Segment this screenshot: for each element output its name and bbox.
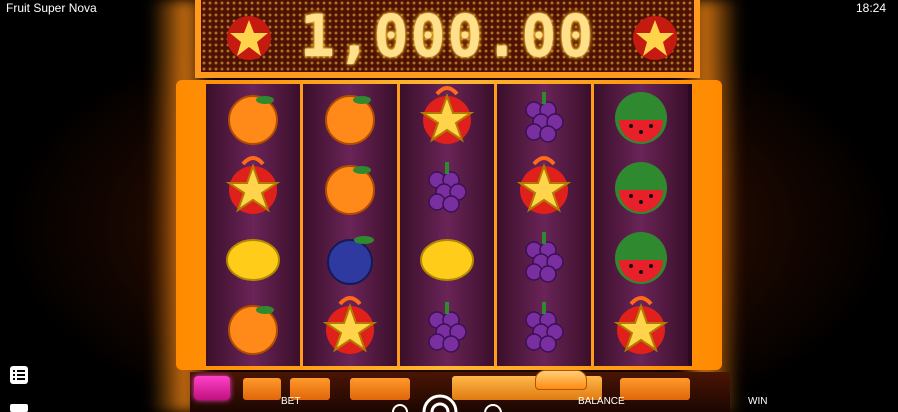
autoplay-button[interactable] — [194, 376, 230, 400]
star-symbol-icon — [322, 296, 378, 354]
settings-icon[interactable] — [10, 404, 28, 412]
star-symbol-icon — [613, 296, 669, 354]
reel-4 — [497, 84, 591, 366]
grapes-symbol-icon — [525, 232, 564, 283]
bet-label: BET — [281, 396, 301, 407]
orange-symbol-icon — [325, 95, 375, 145]
plum-symbol-icon — [327, 236, 374, 285]
orange-symbol-icon — [228, 305, 278, 355]
win-label: WIN — [748, 396, 768, 407]
star-symbol-icon — [225, 156, 281, 214]
menu-list-icon[interactable] — [10, 366, 28, 384]
win-display: 1,000.00 — [195, 0, 700, 78]
grapes-symbol-icon — [428, 162, 467, 213]
watermelon-symbol-icon — [615, 92, 667, 144]
orange-symbol-icon — [325, 165, 375, 215]
status-time: 18:24 — [855, 1, 886, 15]
grapes-symbol-icon — [525, 92, 564, 143]
star-symbol-icon — [419, 86, 475, 144]
reel-1 — [206, 84, 300, 366]
display-star-icon — [633, 16, 677, 60]
spin-button[interactable] — [535, 370, 587, 390]
lemon-symbol-icon — [226, 239, 280, 281]
reel-5 — [594, 84, 688, 366]
grapes-symbol-icon — [525, 302, 564, 353]
balance-label: BALANCE — [578, 396, 625, 407]
reel-3 — [400, 84, 494, 366]
game-stage: Fruit Super Nova 18:24 1,000.00 BET BALA… — [0, 0, 898, 412]
display-star-icon — [227, 16, 271, 60]
bet-decrease-button[interactable] — [243, 378, 281, 400]
spin-icon[interactable] — [422, 394, 458, 412]
max-bet-button[interactable] — [350, 378, 410, 400]
win-amount: 1,000.00 — [299, 2, 596, 70]
watermelon-symbol-icon — [615, 232, 667, 284]
app-title: Fruit Super Nova — [6, 1, 97, 15]
watermelon-symbol-icon — [615, 162, 667, 214]
reel-2 — [303, 84, 397, 366]
lemon-symbol-icon — [420, 239, 474, 281]
info-button[interactable] — [620, 378, 690, 400]
orange-symbol-icon — [228, 95, 278, 145]
reels-area — [206, 84, 692, 366]
star-symbol-icon — [516, 156, 572, 214]
grapes-symbol-icon — [428, 302, 467, 353]
